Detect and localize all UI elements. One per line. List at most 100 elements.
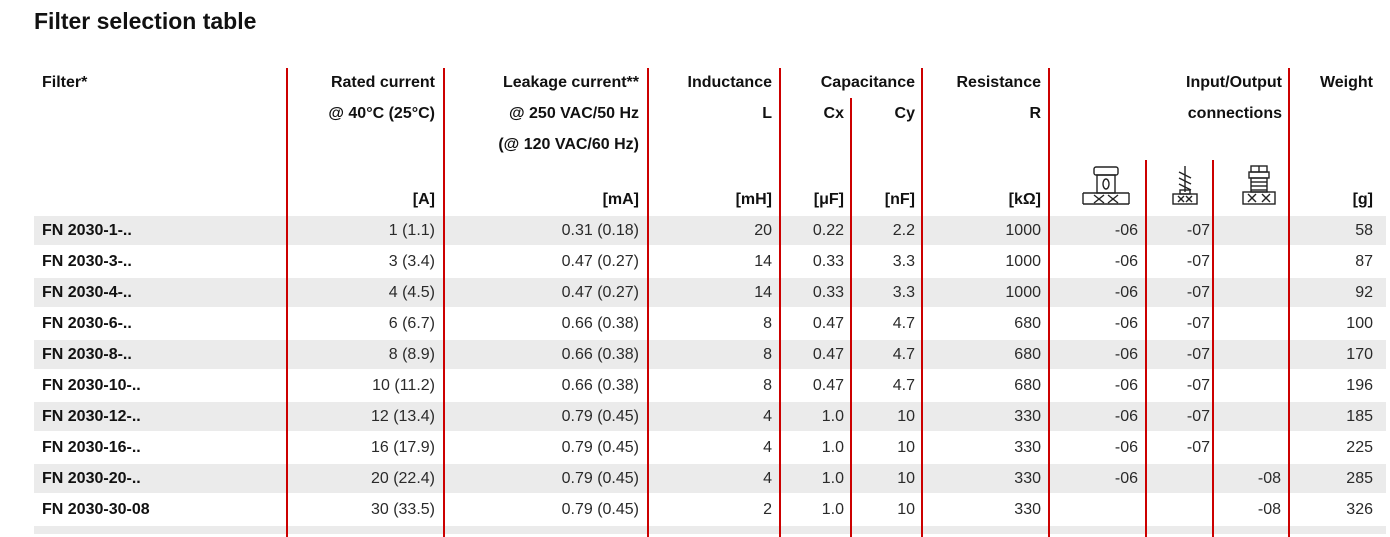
- page-title: Filter selection table: [34, 8, 257, 34]
- cx-cell: 0.47: [812, 377, 844, 394]
- header-rated-current-sub: @ 40°C (25°C): [328, 105, 435, 122]
- connection-07-cell: -07: [1186, 377, 1210, 394]
- inductance-cell: 4: [763, 470, 772, 487]
- table-row: FN 2030-4-.. 4 (4.5) 0.47 (0.27) 14 0.33 3.3 1…: [0, 277, 1390, 308]
- inductance-cell: 20: [754, 222, 772, 239]
- connection-06-cell: -06: [1114, 439, 1138, 456]
- rated-current-cell: 3 (3.4): [388, 253, 435, 270]
- filter-name: FN 2030-8-..: [42, 346, 132, 363]
- cy-cell: 10: [897, 408, 915, 425]
- column-divider: [779, 68, 781, 537]
- connection-07-cell: -07: [1186, 284, 1210, 301]
- header-connections: connections: [1187, 105, 1282, 122]
- cx-cell: 0.22: [812, 222, 844, 239]
- header-capacitance: Capacitance: [820, 74, 915, 91]
- header-cy: Cy: [894, 105, 915, 122]
- weight-cell: 170: [1346, 346, 1373, 363]
- unit-weight: [g]: [1352, 191, 1373, 208]
- connection-06-cell: -06: [1114, 253, 1138, 270]
- table-row: FN 2030-10-.. 10 (11.2) 0.66 (0.38) 8 0.47 4.…: [0, 370, 1390, 401]
- header-leakage-sub2: (@ 120 VAC/60 Hz): [498, 136, 639, 153]
- weight-cell: 58: [1355, 222, 1373, 239]
- header-input-output: Input/Output: [1186, 74, 1282, 91]
- column-divider: [1048, 68, 1050, 537]
- connection-06-cell: -06: [1114, 346, 1138, 363]
- connection-07-cell: -07: [1186, 439, 1210, 456]
- weight-cell: 225: [1346, 439, 1373, 456]
- inductance-cell: 4: [763, 408, 772, 425]
- column-divider: [1288, 68, 1290, 537]
- header-weight: Weight: [1319, 74, 1373, 91]
- connection-06-cell: -06: [1114, 377, 1138, 394]
- inductance-cell: 14: [754, 284, 772, 301]
- cy-cell: 10: [897, 470, 915, 487]
- resistance-cell: 330: [1014, 501, 1041, 518]
- rated-current-cell: 30 (33.5): [370, 501, 435, 518]
- connection-06-cell: -06: [1114, 284, 1138, 301]
- cy-cell: 3.3: [892, 284, 915, 301]
- rated-current-cell: 12 (13.4): [370, 408, 435, 425]
- cy-cell: 4.7: [892, 315, 915, 332]
- column-divider: [850, 98, 852, 537]
- cy-cell: 4.7: [892, 377, 915, 394]
- connection-06-cell: -06: [1114, 222, 1138, 239]
- connection-07-cell: -07: [1186, 408, 1210, 425]
- header-resistance: Resistance: [956, 74, 1042, 91]
- table-row: FN 2030-16-.. 16 (17.9) 0.79 (0.45) 4 1.0 10 3…: [0, 432, 1390, 463]
- cy-cell: 2.2: [892, 222, 915, 239]
- cx-cell: 0.33: [812, 284, 844, 301]
- filter-name: FN 2030-6-..: [42, 315, 132, 332]
- row-stripe: [34, 526, 1386, 534]
- rated-current-cell: 10 (11.2): [372, 377, 435, 394]
- unit-cx: [μF]: [813, 191, 844, 208]
- cy-cell: 10: [897, 439, 915, 456]
- leakage-current-cell: 0.47 (0.27): [561, 284, 639, 301]
- table-row: FN 2030-12-.. 12 (13.4) 0.79 (0.45) 4 1.0 10 3…: [0, 401, 1390, 432]
- screw-terminal-icon: [1242, 165, 1276, 205]
- column-divider: [921, 68, 923, 537]
- table-row: FN 2030-20-.. 20 (22.4) 0.79 (0.45) 4 1.0 10 3…: [0, 463, 1390, 494]
- header-filter: Filter*: [42, 74, 88, 91]
- rated-current-cell: 6 (6.7): [388, 315, 435, 332]
- weight-cell: 196: [1346, 377, 1373, 394]
- connection-07-cell: -07: [1186, 222, 1210, 239]
- fast-on-terminal-icon: [1172, 166, 1198, 205]
- header-leakage-sub1: @ 250 VAC/50 Hz: [508, 105, 639, 122]
- weight-cell: 92: [1355, 284, 1373, 301]
- cy-cell: 4.7: [892, 346, 915, 363]
- connection-08-cell: -08: [1257, 470, 1281, 487]
- resistance-cell: 1000: [1005, 222, 1041, 239]
- leakage-current-cell: 0.79 (0.45): [561, 470, 639, 487]
- leakage-current-cell: 0.47 (0.27): [561, 253, 639, 270]
- resistance-cell: 1000: [1005, 284, 1041, 301]
- table-row: FN 2030-1-.. 1 (1.1) 0.31 (0.18) 20 0.22 2.2 1…: [0, 215, 1390, 246]
- weight-cell: 285: [1346, 470, 1373, 487]
- resistance-cell: 1000: [1005, 253, 1041, 270]
- leakage-current-cell: 0.31 (0.18): [561, 222, 639, 239]
- resistance-cell: 330: [1014, 470, 1041, 487]
- unit-leakage: [mA]: [602, 191, 639, 208]
- rated-current-cell: 4 (4.5): [388, 284, 435, 301]
- filter-name: FN 2030-3-..: [42, 253, 132, 270]
- connection-07-cell: -07: [1186, 315, 1210, 332]
- connection-07-cell: -07: [1186, 253, 1210, 270]
- unit-resistance: [kΩ]: [1008, 191, 1041, 208]
- connection-08-cell: -08: [1257, 501, 1281, 518]
- weight-cell: 185: [1346, 408, 1373, 425]
- connection-06-cell: -06: [1114, 408, 1138, 425]
- rated-current-cell: 20 (22.4): [370, 470, 435, 487]
- cy-cell: 10: [897, 501, 915, 518]
- filter-name: FN 2030-12-..: [42, 408, 141, 425]
- resistance-cell: 680: [1014, 377, 1041, 394]
- inductance-cell: 8: [763, 315, 772, 332]
- cx-cell: 1.0: [821, 470, 844, 487]
- rated-current-cell: 16 (17.9): [370, 439, 435, 456]
- filter-name: FN 2030-10-..: [42, 377, 141, 394]
- unit-inductance: [mH]: [735, 191, 772, 208]
- resistance-cell: 330: [1014, 439, 1041, 456]
- column-divider: [443, 68, 445, 537]
- connection-07-cell: -07: [1186, 346, 1210, 363]
- resistance-cell: 680: [1014, 315, 1041, 332]
- weight-cell: 100: [1346, 315, 1373, 332]
- rated-current-cell: 8 (8.9): [388, 346, 435, 363]
